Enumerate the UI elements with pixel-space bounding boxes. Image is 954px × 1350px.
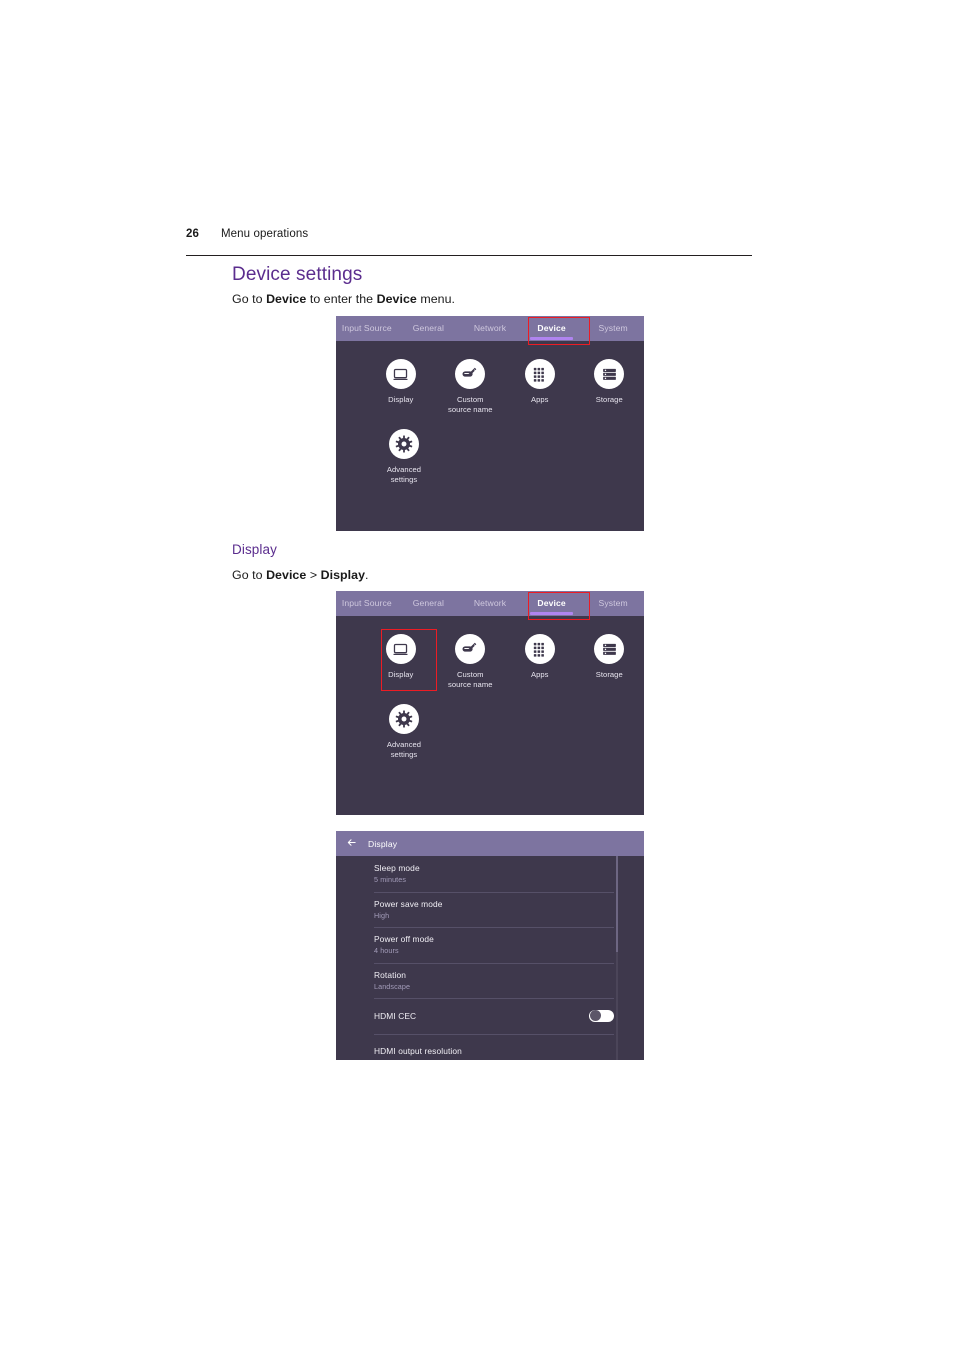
osd-icon-row-1-b: Display Custom source name Apps Storage bbox=[336, 634, 644, 690]
osd-item-label: Advanced settings bbox=[386, 740, 422, 759]
osd-icon-row-2: Advanced settings bbox=[336, 429, 644, 485]
osd-item-label: Apps bbox=[530, 670, 549, 679]
settings-row-text: Power save mode High bbox=[374, 899, 443, 920]
settings-row-text: HDMI output resolution bbox=[374, 1046, 462, 1056]
settings-row-value: 4 hours bbox=[374, 946, 399, 956]
settings-row-title: Rotation bbox=[374, 969, 406, 980]
osd-screenshot-display-highlighted: Input Source General Network Device System D… bbox=[336, 591, 644, 815]
settings-row-rotation[interactable]: Rotation Landscape bbox=[374, 962, 644, 999]
header-divider bbox=[186, 255, 752, 257]
settings-row-title: Sleep mode bbox=[374, 863, 420, 874]
osd-item-label: Display bbox=[388, 670, 414, 679]
osd-item-apps[interactable]: Apps bbox=[505, 359, 575, 415]
intro-bold-device: Device bbox=[266, 292, 307, 306]
device-settings-intro: Go to Device to enter the Device menu. bbox=[232, 292, 455, 306]
intro-suffix: menu. bbox=[416, 292, 456, 306]
settings-row-title: HDMI output resolution bbox=[374, 1046, 462, 1057]
osd-item-label: Storage bbox=[595, 670, 623, 679]
storage-list-icon bbox=[594, 634, 625, 664]
osd-icon-grid: Display Custom source name Apps Storage Adv… bbox=[336, 341, 644, 485]
monitor-icon bbox=[385, 634, 416, 664]
settings-row-title: Power off mode bbox=[374, 934, 434, 945]
gear-icon bbox=[389, 704, 419, 734]
back-arrow-icon[interactable] bbox=[346, 835, 357, 853]
osd-tab-input-source[interactable]: Input Source bbox=[336, 591, 398, 616]
osd-icon-row-2-b: Advanced settings bbox=[336, 704, 644, 760]
sub-intro-prefix: Go to bbox=[232, 568, 267, 582]
apps-grid-icon bbox=[524, 359, 555, 389]
osd-item-display[interactable]: Display bbox=[366, 634, 436, 690]
osd-tabbar-2: Input Source General Network Device System bbox=[336, 591, 644, 616]
osd-screenshot-display-settings: Display Sleep mode 5 minutes Power save mo… bbox=[336, 831, 644, 1060]
osd-tab-network[interactable]: Network bbox=[459, 591, 521, 616]
settings-row-text: Sleep mode 5 minutes bbox=[374, 863, 420, 884]
storage-list-icon bbox=[594, 359, 625, 389]
osd-item-label: Custom source name bbox=[448, 395, 493, 414]
sub-intro-middle: > bbox=[306, 568, 321, 582]
osd-tab-device[interactable]: Device bbox=[521, 316, 583, 341]
osd-item-advanced-settings[interactable]: Advanced settings bbox=[366, 429, 442, 485]
page-title: Device settings bbox=[232, 264, 363, 285]
settings-row-title: HDMI CEC bbox=[374, 1010, 417, 1021]
settings-row-sleep-mode[interactable]: Sleep mode 5 minutes bbox=[374, 856, 644, 892]
rename-pencil-icon bbox=[455, 634, 486, 664]
settings-row-text: Power off mode 4 hours bbox=[374, 934, 434, 955]
rename-pencil-icon bbox=[455, 359, 486, 389]
display-intro: Go to Device > Display. bbox=[232, 568, 369, 582]
settings-row-power-save-mode[interactable]: Power save mode High bbox=[374, 891, 644, 928]
intro-bold-device-2: Device bbox=[376, 292, 417, 306]
settings-row-value: 5 minutes bbox=[374, 875, 407, 885]
osd-tab-input-source[interactable]: Input Source bbox=[336, 316, 398, 341]
osd-tab-network[interactable]: Network bbox=[459, 316, 521, 341]
settings-row-value: Landscape bbox=[374, 981, 411, 991]
settings-row-text: HDMI CEC bbox=[374, 1011, 416, 1021]
display-panel-header: Display bbox=[336, 831, 644, 856]
osd-item-label: Storage bbox=[595, 395, 623, 404]
osd-screenshot-device-menu: Input Source General Network Device System D… bbox=[336, 316, 644, 531]
osd-item-label: Advanced settings bbox=[386, 465, 422, 484]
osd-item-display[interactable]: Display bbox=[366, 359, 436, 415]
settings-row-hdmi-output-resolution[interactable]: HDMI output resolution bbox=[374, 1033, 644, 1061]
osd-tab-device[interactable]: Device bbox=[521, 591, 583, 616]
osd-item-storage[interactable]: Storage bbox=[575, 359, 645, 415]
monitor-icon bbox=[385, 359, 416, 389]
osd-item-label: Display bbox=[388, 395, 414, 404]
display-settings-list: Sleep mode 5 minutes Power save mode High Po… bbox=[336, 856, 644, 1060]
osd-icon-grid-2: Display Custom source name Apps Storage Adv… bbox=[336, 616, 644, 760]
intro-prefix: Go to bbox=[232, 292, 267, 306]
osd-item-custom-source-name[interactable]: Custom source name bbox=[436, 634, 506, 690]
osd-tabbar: Input Source General Network Device System bbox=[336, 316, 644, 341]
settings-row-text: Rotation Landscape bbox=[374, 970, 410, 991]
intro-middle: to enter the bbox=[306, 292, 377, 306]
osd-item-apps[interactable]: Apps bbox=[505, 634, 575, 690]
osd-item-storage[interactable]: Storage bbox=[575, 634, 645, 690]
settings-row-title: Power save mode bbox=[374, 898, 443, 909]
page-header: 26 Menu operations bbox=[186, 228, 752, 240]
osd-item-custom-source-name[interactable]: Custom source name bbox=[436, 359, 506, 415]
display-panel-title: Display bbox=[368, 838, 398, 849]
osd-tab-system[interactable]: System bbox=[582, 316, 644, 341]
sub-intro-suffix: . bbox=[365, 568, 369, 582]
settings-row-hdmi-cec[interactable]: HDMI CEC bbox=[374, 998, 644, 1034]
osd-tab-general[interactable]: General bbox=[398, 591, 460, 616]
settings-row-value: High bbox=[374, 910, 390, 920]
osd-item-label: Apps bbox=[530, 395, 549, 404]
osd-tab-general[interactable]: General bbox=[398, 316, 460, 341]
settings-row-toggle[interactable] bbox=[589, 1009, 614, 1022]
running-head: Menu operations bbox=[221, 228, 309, 240]
sub-intro-bold-device: Device bbox=[266, 568, 307, 582]
gear-icon bbox=[389, 429, 419, 459]
sub-intro-bold-display: Display bbox=[320, 568, 366, 582]
osd-item-advanced-settings[interactable]: Advanced settings bbox=[366, 704, 442, 760]
apps-grid-icon bbox=[524, 634, 555, 664]
toggle-knob bbox=[589, 1010, 601, 1022]
osd-icon-row-1: Display Custom source name Apps Storage bbox=[336, 359, 644, 415]
osd-tab-system[interactable]: System bbox=[582, 591, 644, 616]
settings-row-power-off-mode[interactable]: Power off mode 4 hours bbox=[374, 927, 644, 963]
osd-item-label: Custom source name bbox=[448, 670, 493, 689]
page-number: 26 bbox=[186, 228, 199, 240]
subsection-title: Display bbox=[232, 542, 277, 557]
